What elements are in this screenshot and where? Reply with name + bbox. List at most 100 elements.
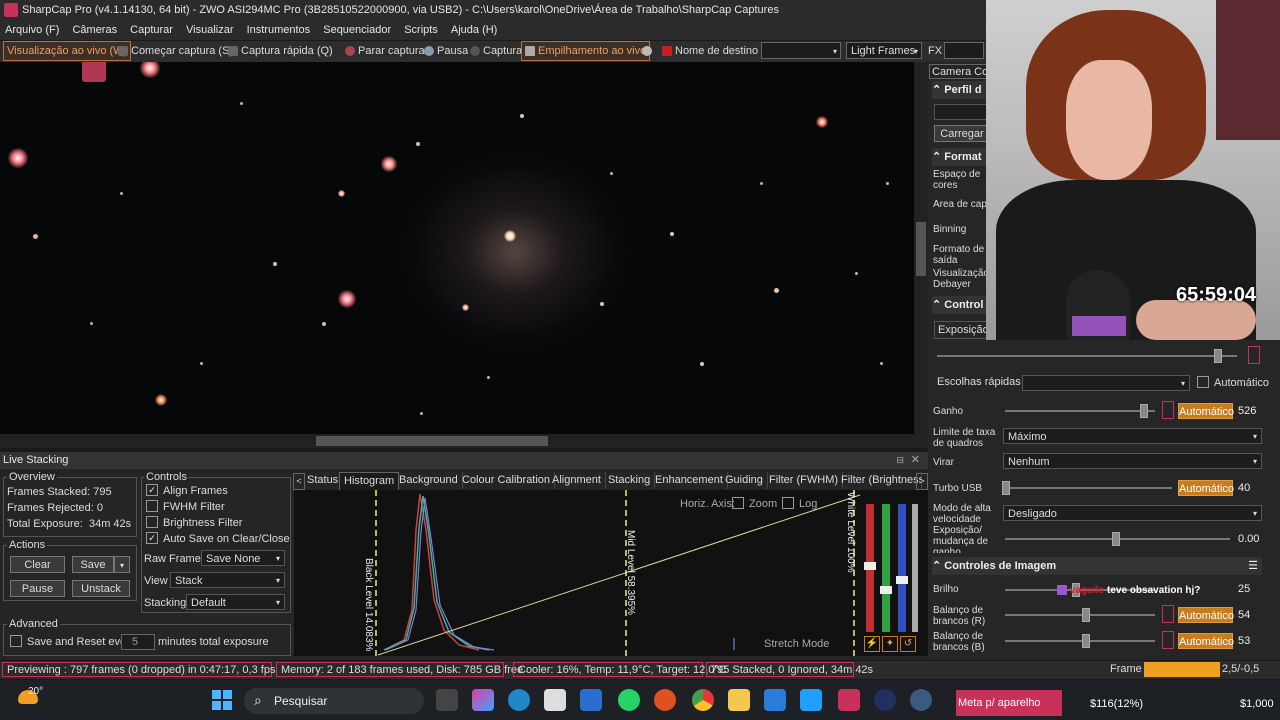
stacking-dropdown[interactable]: Default ▾ — [186, 594, 285, 610]
edge-icon[interactable] — [508, 689, 530, 711]
sparkle-icon[interactable]: ✦ — [882, 636, 898, 652]
frame-rate-dropdown[interactable]: Máximo ▾ — [1003, 428, 1262, 444]
menu-tools[interactable]: Instrumentos — [242, 20, 316, 40]
task-view-icon[interactable] — [436, 689, 458, 711]
menu-help[interactable]: Ajuda (H) — [446, 20, 502, 40]
profile-dropdown[interactable] — [934, 104, 990, 120]
fx-dropdown[interactable] — [944, 42, 984, 59]
exposure-auto-checkbox[interactable]: Automático — [1197, 376, 1269, 389]
exposure-slider-knob[interactable] — [1214, 349, 1222, 363]
fwhm-filter-checkbox[interactable]: FWHM Filter — [146, 500, 225, 513]
high-speed-dropdown[interactable]: Desligado ▾ — [1003, 505, 1262, 521]
wb-blue-auto-button[interactable]: Automático — [1178, 633, 1234, 649]
pause-button[interactable]: Pausa — [424, 41, 468, 61]
tab-filter-brightness[interactable]: Filter (Brightness — [837, 472, 922, 489]
menu-scripts[interactable]: Scripts — [399, 20, 443, 40]
windows-start-icon[interactable] — [212, 690, 232, 710]
capture-button[interactable]: Captura — [470, 41, 522, 61]
exposure-slider[interactable] — [937, 355, 1237, 357]
usb-slider-knob[interactable] — [1002, 481, 1010, 495]
whatsapp-icon[interactable] — [618, 689, 640, 711]
gain-spinner[interactable] — [1162, 401, 1174, 419]
store-icon[interactable] — [544, 689, 566, 711]
tab-filter-fwhm[interactable]: Filter (FWHM) — [765, 472, 844, 489]
unstack-button[interactable]: Unstack — [72, 580, 130, 597]
app-icon[interactable] — [580, 689, 602, 711]
sharpcap-icon[interactable] — [838, 689, 860, 711]
load-profile-button[interactable]: Carregar — [934, 125, 990, 142]
flip-dropdown[interactable]: Nenhum ▾ — [1003, 453, 1262, 469]
origin-icon[interactable] — [654, 689, 676, 711]
menu-cameras[interactable]: Câmeras — [67, 20, 122, 40]
menu-capture[interactable]: Capturar — [125, 20, 178, 40]
tab-histogram[interactable]: Histogram — [339, 472, 400, 490]
zoom-checkbox[interactable]: Zoom — [732, 497, 777, 510]
usb-slider[interactable] — [1005, 487, 1172, 489]
target-name-dropdown[interactable]: ▾ — [761, 42, 841, 59]
menu-file[interactable]: Arquivo (F) — [0, 20, 64, 40]
exposure-spinner[interactable] — [1248, 346, 1260, 364]
minutes-stepper[interactable]: 5 — [121, 634, 155, 650]
app-icon[interactable] — [910, 689, 932, 711]
view-dropdown[interactable]: Stack ▾ — [170, 572, 285, 588]
gain-slider[interactable] — [1005, 410, 1155, 412]
auto-save-checkbox[interactable]: ✓ Auto Save on Clear/Close — [146, 532, 290, 545]
menu-sequencer[interactable]: Sequenciador — [318, 20, 396, 40]
stop-capture-button[interactable]: Parar captura — [345, 41, 425, 61]
gain-auto-button[interactable]: Automático — [1178, 403, 1234, 419]
tab-enhancement[interactable]: Enhancement — [651, 472, 728, 489]
tab-colour-calibration[interactable]: Colour Calibration — [458, 472, 556, 489]
app-icon[interactable] — [800, 689, 822, 711]
exposure-change-slider-knob[interactable] — [1112, 532, 1120, 546]
wb-blue-slider[interactable] — [1005, 640, 1155, 642]
wb-red-spinner[interactable] — [1162, 605, 1174, 623]
wb-blue-slider-knob[interactable] — [1082, 634, 1090, 648]
tabs-scroll-right-button[interactable]: > — [916, 473, 928, 490]
start-capture-button[interactable]: Começar captura (S) — [118, 41, 233, 61]
image-controls-header[interactable]: ⌃ Controles de Imagem ☰ — [932, 557, 1262, 575]
level-sliders[interactable] — [862, 496, 922, 634]
quick-capture-button[interactable]: Captura rápida (Q) — [228, 41, 333, 61]
quick-choices-dropdown[interactable]: ▾ — [1022, 375, 1190, 391]
clear-button[interactable]: Clear — [10, 556, 65, 573]
file-explorer-icon[interactable] — [728, 689, 750, 711]
camera-control-tab[interactable]: Camera Con — [929, 64, 989, 79]
live-stacking-button[interactable]: Empilhamento ao vivo — [521, 41, 651, 61]
stellarium-icon[interactable] — [874, 689, 896, 711]
vertical-scroll-thumb[interactable] — [916, 222, 926, 276]
save-dropdown-button[interactable]: ▾ — [114, 556, 130, 573]
brightness-filter-checkbox[interactable]: Brightness Filter — [146, 516, 242, 529]
circle-icon[interactable] — [642, 41, 655, 61]
format-header[interactable]: ⌃ Format — [932, 148, 988, 166]
menu-view[interactable]: Visualizar — [181, 20, 239, 40]
tab-alignment[interactable]: Alignment — [548, 472, 606, 489]
tab-stacking[interactable]: Stacking — [604, 472, 656, 489]
pause-stacking-button[interactable]: Pause — [10, 580, 65, 597]
raw-frames-dropdown[interactable]: Save None ▾ — [201, 550, 285, 566]
mail-icon[interactable] — [764, 689, 786, 711]
save-reset-checkbox[interactable]: Save and Reset every — [10, 635, 135, 648]
live-view-button[interactable]: Visualização ao vivo (W) — [3, 41, 132, 61]
wb-red-slider[interactable] — [1005, 614, 1155, 616]
panel-menu-icon[interactable]: ⊟ — [896, 452, 904, 469]
profile-header[interactable]: ⌃ Perfil d — [932, 81, 988, 99]
search-box[interactable]: ⌕ Pesquisar — [244, 688, 424, 714]
tab-guiding[interactable]: Guiding — [721, 472, 768, 489]
image-view[interactable] — [0, 62, 914, 434]
horizontal-scroll-thumb[interactable] — [316, 436, 548, 446]
histogram-view[interactable]: Black Level 14.083% Mid Level 58.395% Wh… — [294, 490, 928, 656]
usb-auto-button[interactable]: Automático — [1178, 480, 1234, 496]
align-frames-checkbox[interactable]: ✓ Align Frames — [146, 484, 228, 497]
log-checkbox[interactable]: Log — [782, 497, 817, 510]
exposure-field[interactable]: Exposição — [934, 321, 990, 339]
reset-icon[interactable]: ↺ — [900, 636, 916, 652]
wb-red-auto-button[interactable]: Automático — [1178, 607, 1234, 623]
tab-status[interactable]: Status — [303, 472, 344, 489]
close-icon[interactable]: ✕ — [911, 452, 920, 469]
controls-header[interactable]: ⌃ Control — [932, 296, 988, 314]
frame-type-dropdown[interactable]: Light Frames ▾ — [846, 42, 922, 59]
chrome-icon[interactable] — [692, 689, 714, 711]
wb-blue-spinner[interactable] — [1162, 631, 1174, 649]
wb-red-slider-knob[interactable] — [1082, 608, 1090, 622]
copilot-icon[interactable] — [472, 689, 494, 711]
